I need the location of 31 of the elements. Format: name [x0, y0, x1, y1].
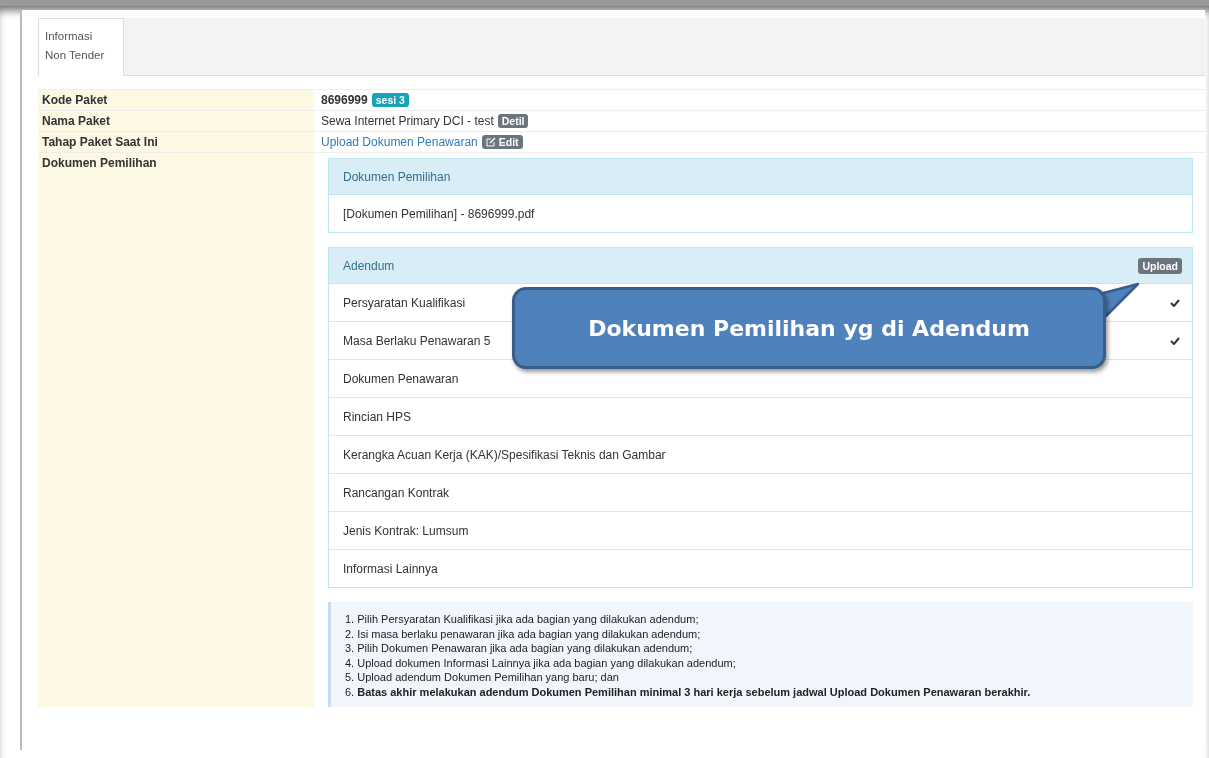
edit-button[interactable]: Edit	[481, 135, 523, 149]
document-link[interactable]: [Dokumen Pemilihan] - 8696999.pdf	[343, 206, 535, 221]
addendum-item[interactable]: Rancangan Kontrak	[343, 485, 450, 500]
detail-button[interactable]: Detil	[497, 114, 529, 128]
panel-title: Adendum	[343, 258, 395, 273]
instruction-text: 3. Pilih Dokumen Penawaran jika ada bagian yang dilakukan adendum;	[345, 641, 694, 656]
instruction-text: 2. Isi masa berlaku penawaran jika ada bagian yang dilakukan adendum;	[345, 626, 702, 641]
instruction-text: 4. Upload dokumen Informasi Lainnya jika ada bagian yang dilakukan adendum;	[345, 655, 737, 670]
instruction-text: 1. Pilih Persyaratan Kualifikasi jika ada bagian yang dilakukan adendum;	[345, 612, 700, 627]
instruction-text: 5. Upload adendum Dokumen Pemilihan yang baru; dan	[345, 670, 620, 685]
package-name: Sewa Internet Primary DCI - test	[321, 114, 494, 128]
tab[interactable]: Informasi Non Tender	[38, 18, 124, 76]
addendum-item[interactable]: Informasi Lainnya	[343, 561, 438, 576]
field-label: Kode Paket	[38, 90, 314, 110]
field-label: Dokumen Pemilihan	[38, 153, 314, 707]
edit-icon	[485, 137, 496, 147]
addendum-item[interactable]: Persyaratan Kualifikasi	[343, 295, 466, 310]
field-label: Tahap Paket Saat Ini	[38, 132, 314, 152]
panel-title: Dokumen Pemilihan	[343, 169, 451, 184]
package-code: 8696999	[321, 93, 368, 107]
callout-text: Dokumen Pemilihan yg di Adendum	[588, 315, 1030, 341]
field-label: Nama Paket	[38, 111, 314, 131]
upload-button[interactable]: Upload	[1138, 257, 1182, 274]
session-badge: sesi 3	[371, 93, 409, 107]
addendum-item[interactable]: Masa Berlaku Penawaran 5	[343, 333, 491, 348]
stage-link[interactable]: Upload Dokumen Penawaran	[321, 135, 478, 149]
addendum-item[interactable]: Kerangka Acuan Kerja (KAK)/Spesifikasi Teknis dan Gambar	[343, 447, 666, 462]
addendum-item[interactable]: Dokumen Penawaran	[343, 371, 459, 386]
addendum-item[interactable]: Jenis Kontrak: Lumsum	[343, 523, 469, 538]
addendum-item[interactable]: Rincian HPS	[343, 409, 412, 424]
instruction-text: 6. Batas akhir melakukan adendum Dokumen Pemilihan minimal 3 hari kerja sebelum jadwal Upload Dokumen Penawaran berakhir.	[345, 684, 1032, 699]
